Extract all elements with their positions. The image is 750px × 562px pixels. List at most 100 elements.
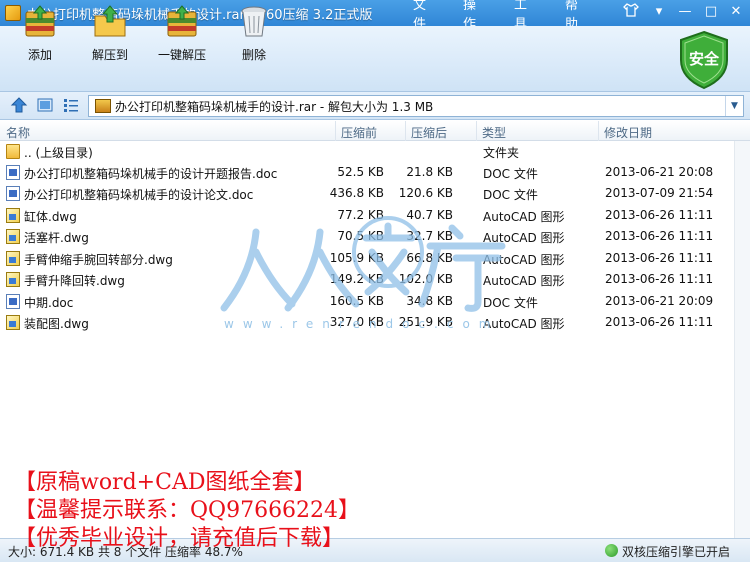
file-name: 活塞杆.dwg xyxy=(24,231,89,245)
vertical-scrollbar[interactable] xyxy=(734,141,750,538)
address-bar: 办公打印机整箱码垛机械手的设计.rar - 解包大小为 1.3 MB ▼ xyxy=(0,92,750,120)
doc-file-icon xyxy=(6,186,20,201)
dwg-file-icon xyxy=(6,272,20,287)
file-type: AutoCAD 图形 xyxy=(483,253,565,267)
file-packed-size: 102.0 KB xyxy=(398,272,453,286)
extract-to-label: 解压到 xyxy=(91,48,128,62)
file-modified: 2013-06-26 11:11 xyxy=(605,208,714,222)
file-name: 中期.doc xyxy=(24,296,74,310)
file-type: AutoCAD 图形 xyxy=(483,274,565,288)
file-size: 105.9 KB xyxy=(329,251,384,265)
overlay-line-1: 【原稿word+CAD图纸全套】 xyxy=(14,470,316,495)
file-row[interactable]: 活塞杆.dwg 70.5 KB 32.7 KB AutoCAD 图形 2013-… xyxy=(0,226,734,247)
file-size: 77.2 KB xyxy=(337,208,384,222)
file-modified: 2013-07-09 21:54 xyxy=(605,186,714,200)
add-button[interactable]: 添加 xyxy=(8,4,72,63)
address-path-text: 办公打印机整箱码垛机械手的设计.rar - 解包大小为 1.3 MB xyxy=(115,99,434,114)
overlay-line-2: 【温馨提示联系：QQ97666224】 xyxy=(14,498,361,523)
doc-file-icon xyxy=(6,294,20,309)
column-header-row: 名称 压缩前 压缩后 类型 修改日期 xyxy=(0,121,750,141)
file-type: 文件夹 xyxy=(483,146,520,160)
column-modified[interactable]: 修改日期 xyxy=(604,124,652,141)
doc-file-icon xyxy=(6,165,20,180)
one-click-extract-button[interactable]: 一键解压 xyxy=(150,4,214,63)
address-path-field[interactable]: 办公打印机整箱码垛机械手的设计.rar - 解包大小为 1.3 MB ▼ xyxy=(88,95,744,117)
column-divider[interactable] xyxy=(476,121,477,141)
file-type: AutoCAD 图形 xyxy=(483,231,565,245)
column-size[interactable]: 压缩前 xyxy=(341,124,377,141)
trash-bin-icon xyxy=(236,4,272,40)
security-shield-button[interactable]: 安全 xyxy=(677,30,731,90)
file-modified: 2013-06-26 11:11 xyxy=(605,229,714,243)
file-row[interactable]: 手臂升降回转.dwg 149.2 KB 102.0 KB AutoCAD 图形 … xyxy=(0,269,734,290)
column-packed[interactable]: 压缩后 xyxy=(411,124,447,141)
file-type: DOC 文件 xyxy=(483,167,538,181)
file-name: 办公打印机整箱码垛机械手的设计论文.doc xyxy=(24,188,254,202)
file-type: AutoCAD 图形 xyxy=(483,210,565,224)
engine-status-icon xyxy=(605,544,618,557)
dwg-file-icon xyxy=(6,229,20,244)
file-type: DOC 文件 xyxy=(483,188,538,202)
maximize-icon[interactable]: □ xyxy=(700,3,722,21)
column-type[interactable]: 类型 xyxy=(482,124,506,141)
file-name: 手臂伸缩手腕回转部分.dwg xyxy=(24,253,173,267)
file-packed-size: 66.8 KB xyxy=(406,251,453,265)
column-name[interactable]: 名称 xyxy=(6,124,30,141)
file-name: 装配图.dwg xyxy=(24,317,89,331)
dwg-file-icon xyxy=(6,208,20,223)
file-modified: 2013-06-21 20:08 xyxy=(605,165,714,179)
list-view-icon[interactable] xyxy=(62,97,80,113)
close-icon[interactable]: ✕ xyxy=(725,3,747,21)
delete-label: 删除 xyxy=(241,48,266,62)
file-row[interactable]: 手臂伸缩手腕回转部分.dwg 105.9 KB 66.8 KB AutoCAD … xyxy=(0,248,734,269)
file-size: 436.8 KB xyxy=(329,186,384,200)
chevron-down-icon[interactable]: ▼ xyxy=(725,96,743,116)
file-row[interactable]: 中期.doc 160.5 KB 34.8 KB DOC 文件 2013-06-2… xyxy=(0,291,734,312)
file-row[interactable]: 办公打印机整箱码垛机械手的设计开题报告.doc 52.5 KB 21.8 KB … xyxy=(0,162,734,183)
thumbnail-view-icon[interactable] xyxy=(36,97,54,113)
file-size: 70.5 KB xyxy=(337,229,384,243)
engine-status-text: 双核压缩引擎已开启 xyxy=(621,545,730,559)
dwg-file-icon xyxy=(6,315,20,330)
up-arrow-icon[interactable] xyxy=(10,97,28,113)
dwg-file-icon xyxy=(6,251,20,266)
extract-to-button[interactable]: 解压到 xyxy=(78,4,142,63)
file-packed-size: 34.8 KB xyxy=(406,294,453,308)
file-packed-size: 21.8 KB xyxy=(406,165,453,179)
add-label: 添加 xyxy=(27,48,52,62)
file-size: 149.2 KB xyxy=(329,272,384,286)
column-divider[interactable] xyxy=(405,121,406,141)
file-packed-size: 40.7 KB xyxy=(406,208,453,222)
file-modified: 2013-06-26 11:11 xyxy=(605,251,714,265)
file-packed-size: 32.7 KB xyxy=(406,229,453,243)
delete-button[interactable]: 删除 xyxy=(222,4,286,63)
file-name: .. (上级目录) xyxy=(24,146,93,160)
file-row[interactable]: 缸体.dwg 77.2 KB 40.7 KB AutoCAD 图形 2013-0… xyxy=(0,205,734,226)
column-divider[interactable] xyxy=(598,121,599,141)
one-click-extract-label: 一键解压 xyxy=(157,48,206,62)
file-name: 缸体.dwg xyxy=(24,210,77,224)
watermark-url: www.renrendoc.com xyxy=(224,317,500,331)
extract-folder-icon xyxy=(92,4,128,40)
rar-archive-icon xyxy=(95,99,111,113)
file-type: DOC 文件 xyxy=(483,296,538,310)
minimize-icon[interactable]: — xyxy=(674,3,696,21)
file-size: 52.5 KB xyxy=(337,165,384,179)
file-modified: 2013-06-26 11:11 xyxy=(605,315,714,329)
file-name: 办公打印机整箱码垛机械手的设计开题报告.doc xyxy=(24,167,278,181)
file-size: 160.5 KB xyxy=(329,294,384,308)
one-click-extract-icon xyxy=(164,4,200,40)
column-divider[interactable] xyxy=(335,121,336,141)
security-label: 安全 xyxy=(688,50,719,68)
file-packed-size: 120.6 KB xyxy=(398,186,453,200)
file-row-parent[interactable]: .. (上级目录) 文件夹 xyxy=(0,141,734,162)
file-modified: 2013-06-26 11:11 xyxy=(605,272,714,286)
menu-dropdown-icon[interactable]: ▾ xyxy=(648,3,670,21)
overlay-line-3: 【优秀毕业设计，请充值后下载】 xyxy=(14,526,345,551)
file-name: 手臂升降回转.dwg xyxy=(24,274,125,288)
folder-icon xyxy=(6,144,20,159)
skin-shirt-icon[interactable] xyxy=(620,3,642,21)
file-modified: 2013-06-21 20:09 xyxy=(605,294,714,308)
add-archive-icon xyxy=(22,4,58,40)
file-row[interactable]: 办公打印机整箱码垛机械手的设计论文.doc 436.8 KB 120.6 KB … xyxy=(0,183,734,204)
